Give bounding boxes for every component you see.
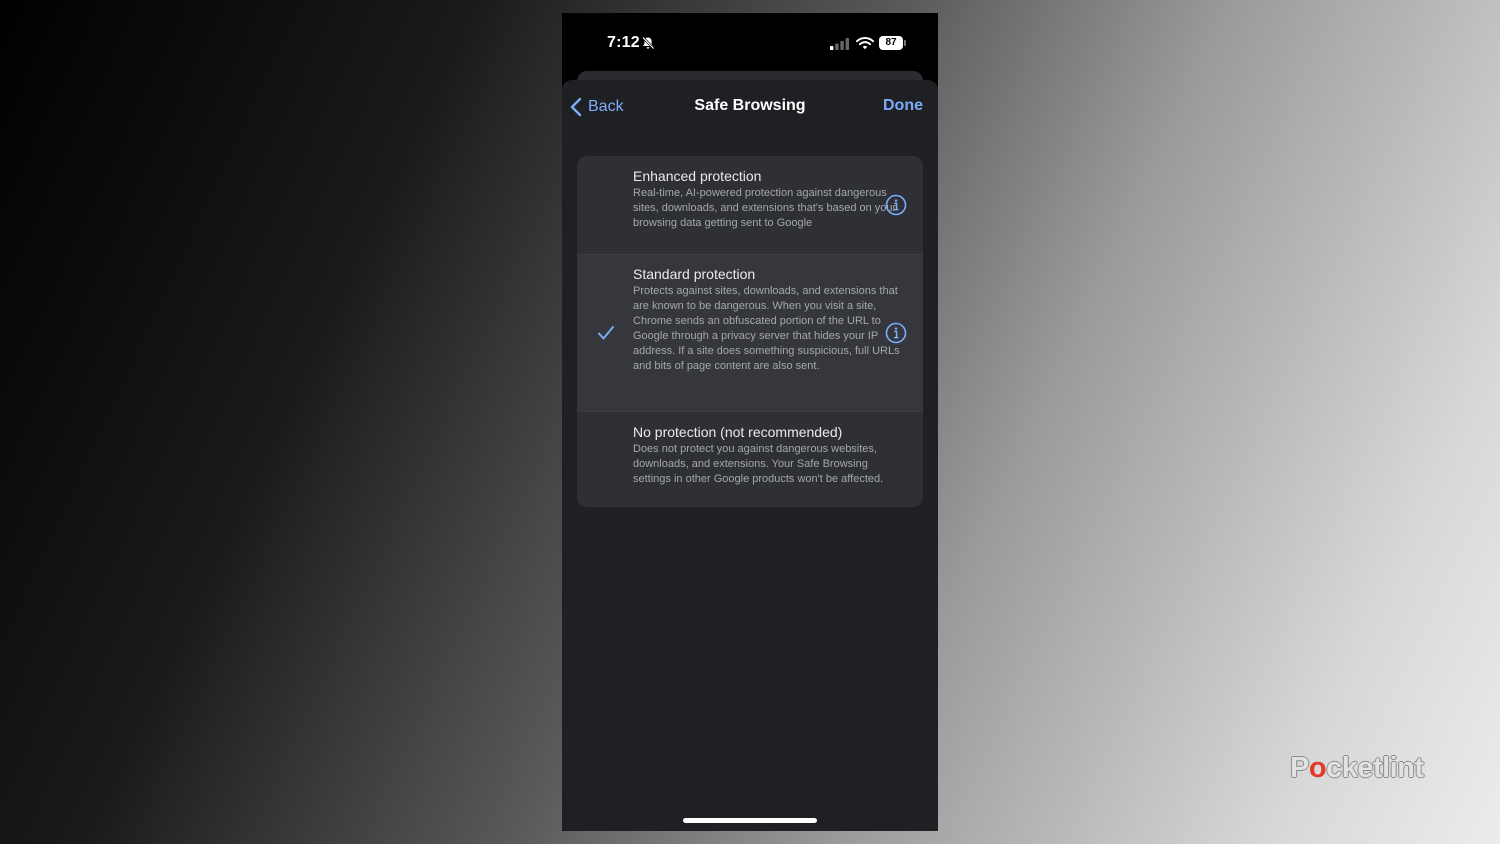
info-icon[interactable] (885, 194, 907, 216)
page-title: Safe Browsing (694, 97, 806, 114)
option-description: Does not protect you against dangerous w… (633, 443, 884, 485)
phone-screen: 7:12 87 Back Safe Browsing Done Enhanced… (562, 13, 938, 831)
option-title: Standard protection (633, 266, 756, 282)
watermark-text-end: cketlint (1326, 752, 1424, 784)
signal-icon (830, 38, 849, 50)
watermark-text-start: P (1290, 752, 1309, 784)
option-text: No protection (not recommended) Does not… (633, 424, 903, 487)
option-title: No protection (not recommended) (633, 424, 843, 440)
option-standard-protection[interactable]: Standard protection Protects against sit… (577, 254, 923, 411)
pocketlint-watermark: Pocketlint (1290, 752, 1424, 785)
battery-icon: 87 (879, 36, 903, 50)
battery-nub (904, 40, 906, 46)
option-no-protection[interactable]: No protection (not recommended) Does not… (577, 411, 923, 507)
protection-options-list: Enhanced protection Real-time, AI-powere… (577, 156, 923, 507)
status-bar: 7:12 87 (562, 13, 938, 71)
option-enhanced-protection[interactable]: Enhanced protection Real-time, AI-powere… (577, 156, 923, 254)
option-description: Protects against sites, downloads, and e… (633, 285, 900, 372)
option-text: Standard protection Protects against sit… (633, 266, 903, 374)
option-title: Enhanced protection (633, 168, 762, 184)
navigation-bar: Back Safe Browsing Done (562, 80, 938, 134)
info-icon[interactable] (885, 322, 907, 344)
bell-slash-icon (642, 36, 655, 50)
wifi-icon (856, 37, 874, 50)
checkmark-icon (598, 326, 614, 340)
home-indicator[interactable] (683, 818, 817, 823)
done-button[interactable]: Done (883, 97, 923, 115)
safe-browsing-sheet: Back Safe Browsing Done Enhanced protect… (562, 80, 938, 831)
watermark-power-dot: o (1308, 752, 1327, 784)
option-text: Enhanced protection Real-time, AI-powere… (633, 168, 903, 231)
status-time: 7:12 (607, 34, 640, 51)
option-description: Real-time, AI-powered protection against… (633, 187, 897, 229)
